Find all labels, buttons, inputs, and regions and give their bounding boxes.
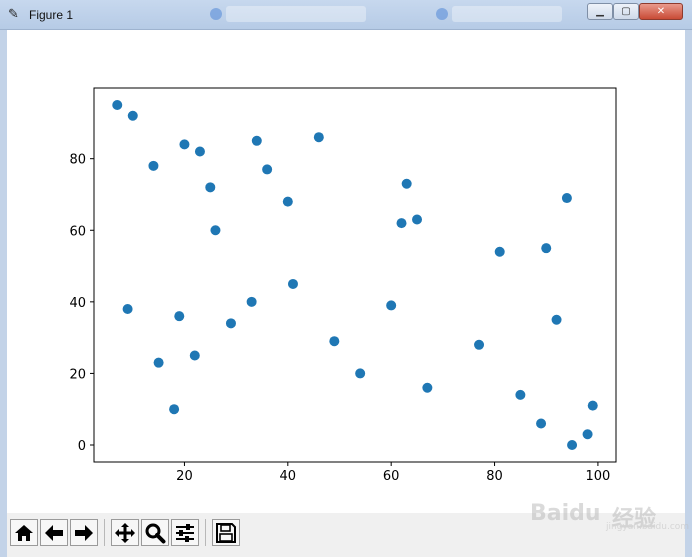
scatter-point (401, 178, 412, 189)
scatter-point (153, 357, 164, 368)
y-tick-label: 80 (69, 153, 86, 168)
background-app-icon (210, 8, 222, 20)
watermark-url: jingyan.baidu.com (606, 522, 690, 532)
scatter-point (515, 389, 526, 400)
scatter-point (474, 339, 485, 350)
scatter-point (567, 440, 578, 450)
scatter-point (194, 146, 205, 157)
scatter-point (329, 336, 340, 347)
forward-button[interactable] (70, 519, 98, 546)
arrow-right-icon (75, 524, 93, 541)
y-tick-label: 20 (69, 367, 86, 382)
scatter-point (179, 139, 190, 150)
scatter-point (587, 400, 598, 411)
zoom-button[interactable] (141, 519, 169, 546)
scatter-point (396, 218, 407, 229)
close-icon: ✕ (656, 6, 666, 17)
scatter-point (422, 382, 433, 393)
pan-button[interactable] (111, 519, 139, 546)
close-button[interactable]: ✕ (639, 3, 683, 20)
scatter-point (246, 296, 257, 307)
scatter-point (169, 404, 180, 415)
toolbar-separator (205, 519, 206, 546)
scatter-point (287, 278, 298, 289)
scatter-point (561, 193, 572, 204)
arrow-left-icon (45, 524, 63, 541)
scatter-point (174, 311, 185, 322)
y-tick-label: 0 (78, 439, 86, 454)
maximize-icon: ▢ (621, 6, 631, 17)
magnifier-icon (145, 523, 166, 543)
toolbar-separator (104, 519, 105, 546)
move-icon (115, 522, 135, 543)
figure-canvas[interactable]: 20 40 60 80 100 0 20 40 60 80 (7, 30, 685, 513)
configure-subplots-button[interactable] (171, 519, 199, 546)
scatter-point (541, 243, 552, 254)
scatter-point (262, 164, 273, 175)
y-tick-label: 60 (69, 224, 86, 239)
scatter-point (386, 300, 397, 311)
scatter-point (355, 368, 366, 379)
x-tick-label: 80 (486, 469, 503, 484)
floppy-disk-icon (216, 522, 236, 543)
background-app-icon (436, 8, 448, 20)
x-tick-label: 60 (383, 469, 400, 484)
window-border-left (0, 30, 7, 557)
scatter-point (225, 318, 236, 329)
scatter-point (205, 182, 216, 193)
watermark-logo-text: Baidu (530, 501, 601, 526)
scatter-point (148, 160, 159, 171)
scatter-point (551, 314, 562, 325)
scatter-point (582, 429, 593, 440)
feather-icon: ✎ (8, 7, 19, 22)
home-button[interactable] (10, 519, 38, 546)
scatter-plot: 20 40 60 80 100 0 20 40 60 80 (69, 87, 617, 484)
x-tick-label: 40 (280, 469, 297, 484)
window-titlebar[interactable]: ✎ Figure 1 ▁ ▢ ✕ (0, 0, 692, 30)
baidu-watermark: Baidu 经验 jingyan.baidu.com (530, 497, 689, 533)
x-tick-label: 20 (176, 469, 193, 484)
scatter-point (189, 350, 200, 361)
window-border-right (685, 30, 692, 557)
home-icon (15, 524, 33, 541)
background-tab-blurred (226, 6, 366, 22)
scatter-point (122, 304, 133, 314)
scatter-point (282, 196, 293, 207)
scatter-point (313, 132, 324, 143)
scatter-point (412, 214, 423, 225)
background-tab-blurred (452, 6, 562, 22)
minimize-button[interactable]: ▁ (587, 3, 613, 20)
scatter-point (127, 110, 138, 121)
back-button[interactable] (40, 519, 68, 546)
sliders-icon (176, 523, 194, 542)
window-title: Figure 1 (29, 8, 74, 22)
scatter-point (112, 100, 123, 110)
minimize-icon: ▁ (596, 6, 604, 17)
y-tick-label: 40 (69, 296, 86, 311)
scatter-point (251, 135, 262, 146)
scatter-point (494, 246, 505, 257)
x-tick-label: 100 (585, 469, 610, 484)
maximize-button[interactable]: ▢ (613, 3, 639, 20)
scatter-point (210, 225, 221, 236)
save-button[interactable] (212, 519, 240, 546)
scatter-point (536, 418, 547, 429)
